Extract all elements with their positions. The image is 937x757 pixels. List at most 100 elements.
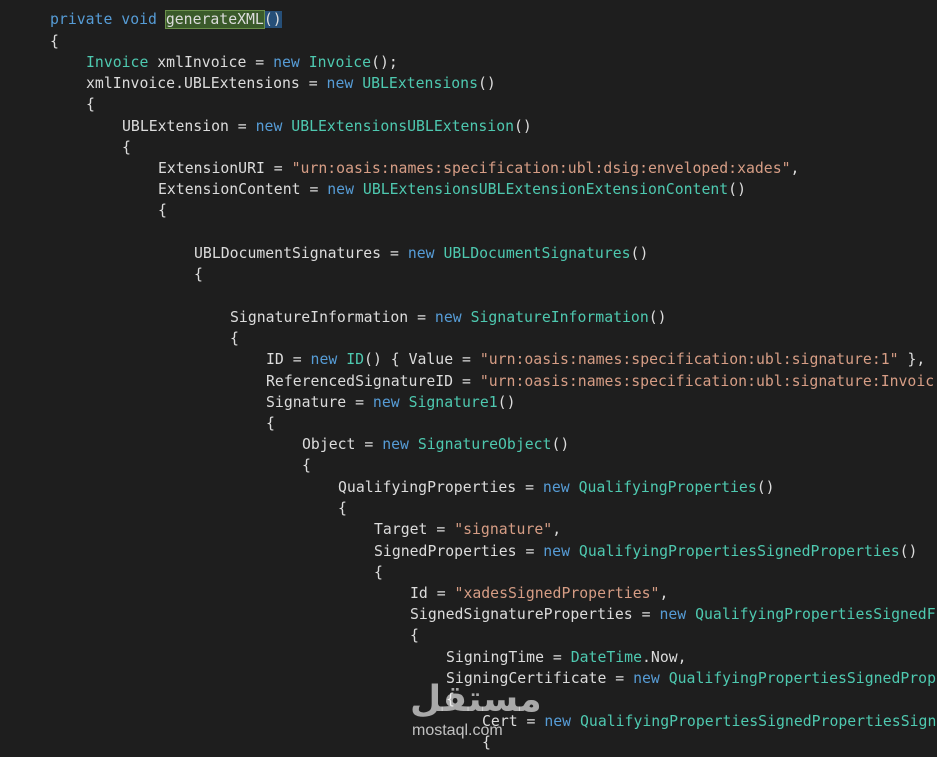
code-token: QualifyingPropertiesSignedF (695, 606, 936, 623)
code-token: SignedProperties = (374, 543, 544, 560)
code-token: xmlInvoice = (148, 54, 274, 71)
code-line[interactable]: ExtensionURI = "urn:oasis:names:specific… (158, 159, 799, 179)
code-token: DateTime (570, 649, 642, 666)
code-token: SignatureInformation (470, 309, 649, 326)
selected-identifier: generateXML (164, 10, 265, 29)
code-token: { (230, 330, 239, 347)
code-token: Signature1 (408, 394, 498, 411)
code-token: () { Value = (364, 351, 480, 368)
code-token: }, (898, 351, 926, 368)
code-token: ID = (266, 351, 311, 368)
code-token: { (410, 627, 419, 644)
code-token: { (194, 266, 203, 283)
code-token: new (543, 543, 570, 560)
code-line[interactable]: SignedSignatureProperties = new Qualifyi… (410, 605, 936, 625)
code-line[interactable]: private void generateXML() (50, 10, 282, 30)
code-token: , (790, 160, 800, 177)
code-line[interactable]: { (122, 138, 131, 158)
code-token: ReferencedSignatureID = (266, 373, 480, 390)
code-token: { (86, 96, 95, 113)
code-token: () (728, 181, 746, 198)
code-token: Invoice (86, 54, 149, 71)
code-line[interactable]: SigningTime = DateTime.Now, (446, 648, 687, 668)
code-token: new (273, 54, 300, 71)
code-line[interactable]: UBLExtension = new UBLExtensionsUBLExten… (122, 117, 532, 137)
code-token: { (338, 500, 347, 517)
code-token: Object = (302, 436, 383, 453)
code-token: private (50, 11, 113, 28)
code-token: new (382, 436, 409, 453)
code-line[interactable]: Target = "signature", (374, 520, 561, 540)
code-line[interactable]: ReferencedSignatureID = "urn:oasis:names… (266, 372, 934, 392)
code-token: new (310, 351, 338, 368)
code-editor[interactable]: private void generateXML() { Invoice xmlIn… (0, 0, 937, 757)
code-token: ExtensionURI = (158, 160, 292, 177)
code-token: new (327, 181, 354, 198)
code-line[interactable]: { (230, 329, 239, 349)
code-token: () (551, 436, 570, 453)
code-token: SignatureObject (417, 436, 552, 453)
code-line[interactable]: { (302, 456, 311, 476)
code-line[interactable]: { (158, 201, 167, 221)
code-token: SignedSignatureProperties = (410, 606, 660, 623)
code-token: { (374, 564, 383, 581)
code-line[interactable]: Object = new SignatureObject() (302, 435, 569, 455)
code-token: { (50, 33, 59, 50)
code-token: "urn:oasis:names:specification:ubl:signa… (479, 373, 935, 390)
code-line[interactable]: { (86, 95, 95, 115)
code-line[interactable]: UBLDocumentSignatures = new UBLDocumentS… (194, 244, 648, 264)
code-line[interactable]: ExtensionContent = new UBLExtensionsUBLE… (158, 180, 746, 200)
code-token: , (552, 521, 562, 538)
code-line[interactable]: SignatureInformation = new SignatureInfo… (230, 308, 667, 328)
code-token: UBLDocumentSignatures (443, 245, 631, 262)
code-line[interactable]: SignedProperties = new QualifyingPropert… (374, 542, 917, 562)
mostaql-watermark: مستقل mostaql.com (410, 680, 542, 742)
code-line[interactable]: ID = new ID() { Value = "urn:oasis:names… (266, 350, 925, 370)
code-token: UBLExtensionsUBLExtension (291, 118, 515, 135)
code-token: (); (371, 54, 398, 71)
code-token: { (302, 457, 311, 474)
watermark-logo: مستقل (410, 679, 542, 720)
code-line[interactable]: xmlInvoice.UBLExtensions = new UBLExtens… (86, 74, 496, 94)
code-token: Target = (374, 521, 455, 538)
code-token: { (122, 139, 131, 156)
code-line[interactable]: { (50, 32, 59, 52)
code-token: SignatureInformation = (230, 309, 435, 326)
code-line[interactable]: Signature = new Signature1() (266, 393, 515, 413)
code-token: xmlInvoice.UBLExtensions = (86, 75, 327, 92)
code-token: "urn:oasis:names:specification:ubl:signa… (479, 351, 899, 368)
code-token: ID (346, 351, 365, 368)
code-token: .Now, (642, 649, 687, 666)
code-line[interactable]: Id = "xadesSignedProperties", (410, 584, 668, 604)
code-line[interactable]: Invoice xmlInvoice = new Invoice(); (86, 53, 398, 73)
code-token: UBLExtensions (362, 75, 478, 92)
code-line[interactable]: { (266, 414, 275, 434)
code-token: { (158, 202, 167, 219)
code-line[interactable]: { (410, 626, 419, 646)
code-token: new (659, 606, 687, 623)
code-token: new (542, 479, 570, 496)
code-line[interactable]: { (338, 499, 347, 519)
code-line[interactable]: QualifyingProperties = new QualifyingPro… (338, 478, 775, 498)
code-line[interactable]: { (374, 563, 383, 583)
code-token: () (630, 245, 649, 262)
code-token: , (659, 585, 669, 602)
code-token: new (372, 394, 400, 411)
code-token: new (434, 309, 462, 326)
code-token: new (255, 118, 283, 135)
code-line[interactable]: { (194, 265, 203, 285)
code-token: () (648, 309, 667, 326)
code-token: UBLExtension = (122, 118, 256, 135)
code-token: UBLExtensionsUBLExtensionExtensionConten… (362, 181, 729, 198)
code-line[interactable]: Cert = new QualifyingPropertiesSignedPro… (482, 712, 936, 732)
code-token: "xadesSignedProperties" (454, 585, 660, 602)
